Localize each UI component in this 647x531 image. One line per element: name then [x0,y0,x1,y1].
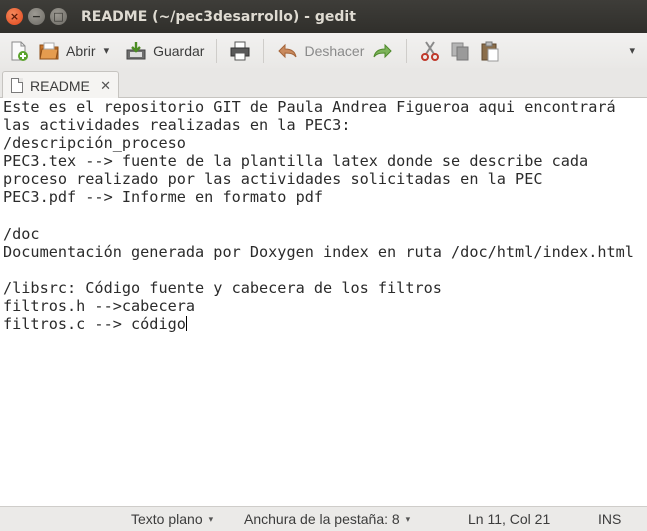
paste-button[interactable] [475,36,505,66]
save-button[interactable]: Guardar [121,36,208,66]
cursor-position: Ln 11, Col 21 [468,511,551,527]
tab-width-label: Anchura de la pestaña: 8 [244,511,400,527]
new-document-icon [8,40,30,62]
tab-readme[interactable]: README ✕ [2,71,119,99]
save-icon [125,40,147,62]
editor-line: /descripción_proceso [3,134,186,153]
insert-mode-indicator: INS [598,511,622,527]
editor-line: proceso realizado por las actividades so… [3,170,543,189]
redo-button[interactable] [368,36,398,66]
copy-icon [449,40,471,62]
editor-line: /doc [3,224,40,243]
text-cursor [185,316,187,332]
minimize-window-button[interactable]: − [28,8,45,25]
maximize-window-button[interactable]: □ [50,8,67,25]
text-editor[interactable]: Este es el repositorio GIT de Paula Andr… [0,98,647,506]
tab-label: README [30,77,90,94]
open-button[interactable]: Abrir [34,36,100,66]
open-button-label: Abrir [66,42,96,59]
editor-line: Este es el repositorio GIT de Paula Andr… [3,98,616,116]
chevron-down-icon: ▾ [208,514,214,524]
window-controls: × − □ [6,8,67,25]
cut-button[interactable] [415,36,445,66]
language-selector[interactable]: Texto plano ▾ [131,511,213,527]
toolbar-overflow-button[interactable]: ▾ [625,36,639,66]
toolbar: Abrir ▾ Guardar Deshacer ▾ [0,33,647,68]
chevron-down-icon: ▾ [103,44,110,57]
text-document-icon [11,78,23,93]
tab-width-selector[interactable]: Anchura de la pestaña: 8 ▾ [244,511,410,527]
chevron-down-icon: ▾ [405,514,411,524]
editor-line: /libsrc: Código fuente y cabecera de los… [3,278,442,297]
editor-line: Documentación generada por Doxygen index… [3,242,634,261]
toolbar-separator [216,38,218,63]
undo-button-label: Deshacer [304,42,365,59]
toolbar-separator [263,38,265,63]
editor-line: PEC3.tex --> fuente de la plantilla late… [3,152,589,171]
status-bar: Texto plano ▾ Anchura de la pestaña: 8 ▾ L… [0,506,647,531]
folder-open-icon [38,40,60,62]
editor-line-current: filtros.c --> código [3,315,644,333]
save-button-label: Guardar [153,42,205,59]
tab-bar: README ✕ [0,68,647,99]
printer-icon [229,40,251,62]
window-title: README (~/pec3desarrollo) - gedit [81,8,356,25]
editor-line: PEC3.pdf --> Informe en formato pdf [3,188,324,207]
close-window-button[interactable]: × [6,8,23,25]
new-document-button[interactable] [4,36,34,66]
editor-line-text: filtros.c --> código [3,315,186,334]
open-recent-dropdown[interactable]: ▾ [100,36,114,66]
undo-arrow-icon [276,40,298,62]
language-label: Texto plano [131,511,203,527]
editor-line: filtros.h -->cabecera [3,297,196,316]
scissors-icon [419,40,441,62]
chevron-down-icon: ▾ [629,44,635,57]
copy-button[interactable] [445,36,475,66]
editor-line: las actividades realizadas en la PEC3: [3,116,351,135]
clipboard-icon [479,40,501,62]
redo-arrow-icon [372,40,394,62]
undo-button[interactable]: Deshacer [272,36,368,66]
print-button[interactable] [225,36,255,66]
tab-close-icon[interactable]: ✕ [100,78,111,94]
toolbar-separator [406,38,408,63]
title-bar: × − □ README (~/pec3desarrollo) - gedit [0,0,647,33]
